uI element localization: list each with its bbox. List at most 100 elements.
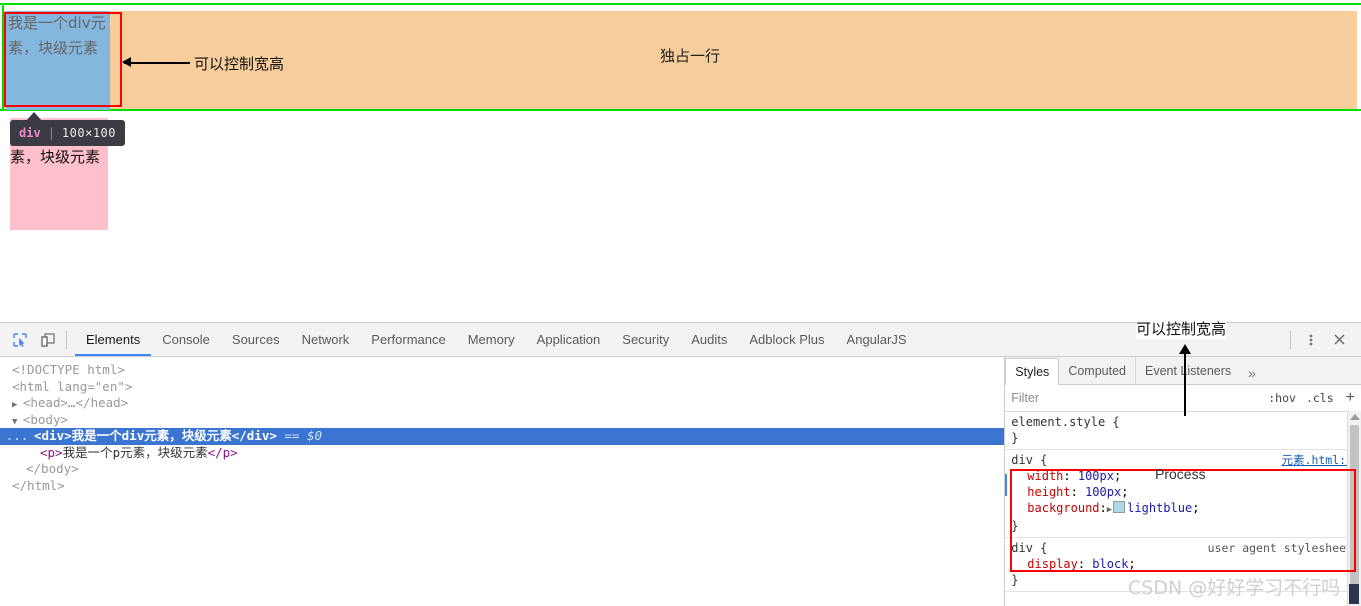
declaration-width-value[interactable]: 100px [1078, 469, 1114, 483]
csdn-watermark: CSDN @好好学习不行吗 [1128, 577, 1341, 599]
device-toolbar-glyph [41, 332, 55, 347]
selected-div-marker: == $0 [277, 428, 322, 443]
css-rule-div-author[interactable]: 元素.html:7 div { width: 100px; height: 10… [1005, 450, 1361, 538]
annotation-arrow-2-head [1179, 344, 1191, 354]
dollar-zero-text: == $0 [284, 428, 323, 443]
dom-line-html-close[interactable]: </html> [0, 478, 1004, 495]
corner-resize-handle[interactable] [1349, 584, 1359, 604]
doctype-text: <!DOCTYPE html> [12, 362, 125, 377]
p-open-text: <p> [40, 444, 63, 460]
dom-tree-pane[interactable]: <!DOCTYPE html> <html lang="en"> ▶ <head… [0, 357, 1005, 606]
declaration-display[interactable]: display: block; [1011, 556, 1355, 572]
head-text: <head>…</head> [22, 395, 129, 410]
new-style-rule-button[interactable]: + [1346, 390, 1355, 406]
dom-line-head[interactable]: ▶ <head>…</head> [0, 395, 1004, 412]
declaration-display-name: display [1027, 557, 1078, 571]
tab-security[interactable]: Security [611, 324, 680, 356]
device-toolbar-icon[interactable] [34, 326, 62, 354]
declaration-background-value[interactable]: lightblue [1127, 501, 1192, 515]
selected-div-close: </div> [231, 428, 277, 443]
selected-div-text: 我是一个div元素，块级元素 [71, 428, 232, 443]
declaration-background-name: background [1027, 501, 1100, 515]
element-style-selector: element.style { [1011, 415, 1120, 429]
more-tabs-icon[interactable]: » [1240, 362, 1264, 384]
declaration-width-name: width [1027, 469, 1064, 483]
styles-tab-event-listeners[interactable]: Event Listeners [1136, 357, 1240, 384]
div-rule-close: } [1011, 519, 1019, 533]
tab-application-label: Application [536, 332, 601, 347]
styles-tab-computed[interactable]: Computed [1059, 357, 1136, 384]
tab-console-label: Console [162, 332, 210, 347]
tab-adblock-plus[interactable]: Adblock Plus [738, 324, 835, 356]
styles-tab-styles[interactable]: Styles [1005, 358, 1060, 385]
dom-line-html-open[interactable]: <html lang="en"> [0, 379, 1004, 396]
tooltip-tag-name: div [19, 126, 41, 140]
toolbar-separator [66, 330, 67, 349]
process-label: Process [1155, 466, 1206, 482]
inspect-element-icon[interactable] [6, 326, 34, 354]
tab-network-label: Network [301, 332, 350, 347]
declaration-height[interactable]: height: 100px; [1011, 484, 1355, 500]
declaration-height-value[interactable]: 100px [1085, 485, 1121, 499]
hov-toggle[interactable]: :hov [1268, 391, 1296, 405]
toolbar-right-controls [1284, 326, 1361, 354]
tab-sources-label: Sources [231, 332, 280, 347]
more-options-glyph [1309, 334, 1313, 345]
inspect-element-glyph [13, 332, 27, 347]
dom-line-doctype[interactable]: <!DOCTYPE html> [0, 362, 1004, 379]
tab-performance[interactable]: Performance [360, 324, 456, 356]
selected-rule-marker [1005, 474, 1008, 496]
dom-line-p[interactable]: <p>我是一个p元素，块级元素</p> [0, 445, 1004, 462]
rendered-page-area: 我是一个div元素，块级元素 独占一行 可以控制宽高 我是一个p元素，块级元素 … [0, 0, 1361, 322]
close-icon[interactable] [1325, 326, 1353, 354]
tab-memory[interactable]: Memory [457, 324, 526, 356]
styles-tab-event-listeners-label: Event Listeners [1145, 363, 1232, 378]
collapse-triangle-icon[interactable]: ▼ [12, 417, 23, 427]
css-rules-list: element.style { } 元素.html:7 div { width:… [1005, 412, 1361, 592]
css-rule-element-style[interactable]: element.style { } [1005, 412, 1361, 450]
tab-elements[interactable]: Elements [75, 324, 151, 356]
declaration-height-name: height [1027, 485, 1071, 499]
tab-memory-label: Memory [467, 332, 515, 347]
cls-toggle[interactable]: .cls [1306, 391, 1334, 405]
expand-triangle-icon[interactable]: ▶ [12, 400, 23, 410]
annotation-arrow-head [122, 57, 131, 67]
tab-network[interactable]: Network [291, 324, 361, 356]
tab-application[interactable]: Application [526, 324, 612, 356]
annotation-can-control-size: 可以控制宽高 [194, 55, 285, 73]
dom-line-body-close[interactable]: </body> [0, 461, 1004, 478]
tab-adblock-plus-label: Adblock Plus [749, 332, 825, 347]
color-swatch[interactable] [1113, 501, 1126, 513]
more-options-icon[interactable] [1297, 326, 1325, 354]
dom-line-body-open[interactable]: ▼ <body> [0, 412, 1004, 429]
element-highlight-border-bottom [0, 109, 1361, 111]
tab-sources[interactable]: Sources [221, 324, 291, 356]
scroll-up-arrow-icon[interactable] [1349, 414, 1360, 420]
scrollbar-thumb[interactable] [1350, 425, 1359, 585]
tab-console[interactable]: Console [151, 324, 221, 356]
dom-line-selected-div[interactable]: ... <div>我是一个div元素，块级元素</div> == $0 [0, 428, 1005, 445]
declaration-background[interactable]: background:▶ lightblue; [1011, 500, 1355, 518]
tab-audits[interactable]: Audits [680, 324, 738, 356]
body-open-text: <body> [22, 411, 68, 427]
expand-shorthand-icon[interactable]: ▶ [1107, 505, 1112, 515]
styles-scrollbar[interactable] [1347, 411, 1361, 606]
inspector-tooltip: div | 100×100 [10, 120, 125, 146]
toolbar-separator-2 [1290, 330, 1291, 349]
tooltip-dimensions: 100×100 [61, 126, 116, 140]
selected-row-dots: ... [5, 428, 29, 443]
styles-tab-computed-label: Computed [1068, 363, 1126, 378]
annotation-arrow-2-line [1184, 352, 1186, 416]
declaration-display-value[interactable]: block [1092, 557, 1128, 571]
tooltip-separator: | [47, 126, 55, 140]
filter-input[interactable]: Filter [1011, 391, 1258, 405]
html-open-text: <html lang="en"> [12, 378, 133, 394]
stylesheet-source-link[interactable]: 元素.html:7 [1282, 452, 1353, 468]
tab-angularjs[interactable]: AngularJS [836, 324, 918, 356]
annotation-red-box-div [4, 12, 122, 107]
tab-audits-label: Audits [691, 332, 728, 347]
selected-div-open: <div> [34, 428, 72, 443]
tab-performance-label: Performance [371, 332, 446, 347]
p-close-text: </p> [207, 444, 238, 460]
annotation-occupies-line: 独占一行 [659, 47, 720, 65]
